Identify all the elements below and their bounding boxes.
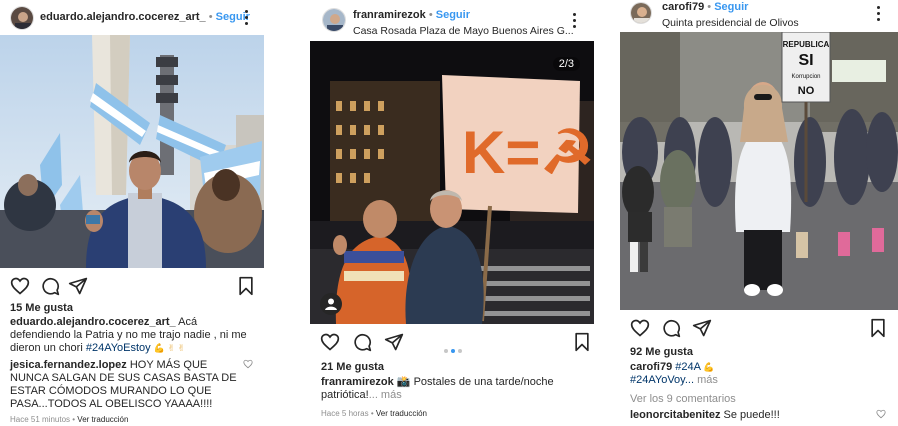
hashtag-link[interactable]: #24AYoEstoy (86, 342, 151, 354)
follow-button[interactable]: Seguir (436, 9, 470, 21)
username-row: eduardo.alejandro.cocerez_art_ • Seguir (40, 11, 250, 23)
share-icon[interactable] (692, 318, 712, 338)
follow-button[interactable]: Seguir (714, 1, 748, 13)
likes-count[interactable]: 15 Me gusta (10, 302, 73, 314)
username-link[interactable]: carofi79 (662, 1, 704, 13)
caption-username[interactable]: franramirezok (321, 376, 394, 388)
action-bar (320, 332, 590, 354)
action-bar (8, 276, 258, 298)
username-row: carofi79 • Seguir (662, 1, 748, 13)
more-options-icon[interactable] (877, 6, 881, 22)
comment: jesica.fernandez.lopez HOY MÁS QUE NUNCA… (10, 359, 238, 411)
meta-row: Hace 51 minutos • Ver traducción (10, 415, 129, 424)
comment-username[interactable]: leonorcitabenitez (630, 409, 720, 421)
username-row: franramirezok • Seguir (353, 9, 470, 21)
small-heart-icon[interactable] (876, 409, 886, 419)
carousel-dots (444, 340, 465, 358)
view-comments-link[interactable]: Ver los 9 comentarios (630, 393, 736, 406)
more-link[interactable]: ... más (369, 389, 402, 401)
location-link[interactable]: Casa Rosada Plaza de Mayo Buenos Aires G… (353, 25, 574, 37)
post-photo[interactable]: REPUBLICA SI Korrupcion NO (620, 32, 898, 310)
avatar[interactable] (10, 6, 34, 30)
caption-emoji: 💪 ✌ ✌ (153, 343, 186, 353)
bookmark-icon[interactable] (868, 318, 888, 338)
heart-icon[interactable] (10, 276, 30, 296)
comment-icon[interactable] (661, 318, 681, 338)
more-link[interactable]: más (697, 374, 718, 386)
comment-text: Se puede!!! (723, 409, 780, 421)
share-icon[interactable] (68, 276, 88, 296)
heart-icon[interactable] (630, 318, 650, 338)
tagged-user-icon[interactable] (320, 293, 342, 315)
username-link[interactable]: franramirezok (353, 9, 426, 21)
avatar[interactable] (322, 8, 346, 32)
share-icon[interactable] (384, 332, 404, 352)
translate-link[interactable]: Ver traducción (376, 409, 427, 418)
post-3: carofi79 • Seguir Quinta presidencial de… (620, 0, 898, 426)
bookmark-icon[interactable] (236, 276, 256, 296)
location-link[interactable]: Quinta presidencial de Olivos (662, 17, 799, 29)
post-header: eduardo.alejandro.cocerez_art_ • Seguir (0, 0, 264, 34)
sign-line-2: SI (798, 52, 813, 69)
small-heart-icon[interactable] (243, 359, 253, 369)
heart-icon[interactable] (320, 332, 340, 352)
action-bar (630, 318, 892, 340)
hashtag-link-2[interactable]: #24AYoVoy... (630, 374, 694, 386)
username-link[interactable]: eduardo.alejandro.cocerez_art_ (40, 11, 206, 23)
sign-line-1: REPUBLICA (783, 40, 830, 49)
sign-line-3: Korrupcion (791, 74, 820, 80)
post-1: eduardo.alejandro.cocerez_art_ • Seguir (0, 0, 264, 426)
carousel-counter: 2/3 (552, 57, 580, 71)
more-options-icon[interactable] (573, 13, 577, 29)
caption: franramirezok 📸 Postales de una tarde/no… (321, 376, 581, 402)
comment-icon[interactable] (40, 276, 60, 296)
comment: leonorcitabenitez Se puede!!! (630, 409, 870, 422)
comment-icon[interactable] (352, 332, 372, 352)
comment-username[interactable]: jesica.fernandez.lopez (10, 359, 127, 371)
caption: eduardo.alejandro.cocerez_art_ Acá defen… (10, 316, 255, 355)
likes-count[interactable]: 92 Me gusta (630, 346, 693, 358)
caption-username[interactable]: eduardo.alejandro.cocerez_art_ (10, 316, 176, 328)
hashtag-link[interactable]: #24A (675, 361, 700, 373)
sign-line-4: NO (798, 85, 815, 97)
post-photo[interactable]: K=☭ 2/3 (310, 41, 594, 324)
meta-row: Hace 5 horas • Ver traducción (321, 409, 427, 418)
post-2: franramirezok • Seguir Casa Rosada Plaza… (310, 0, 594, 426)
translate-link[interactable]: Ver traducción (77, 415, 128, 424)
separator: • (428, 9, 433, 21)
separator: • (707, 1, 712, 13)
caption-emoji: 💪 (703, 362, 715, 372)
more-options-icon[interactable] (245, 10, 249, 26)
bookmark-icon[interactable] (572, 332, 592, 352)
caption: carofi79 #24A 💪 #24AYoVoy... más (630, 361, 890, 387)
avatar[interactable] (630, 2, 652, 24)
timestamp: Hace 5 horas (321, 409, 369, 418)
timestamp: Hace 51 minutos (10, 415, 71, 424)
likes-count[interactable]: 21 Me gusta (321, 361, 384, 373)
caption-username[interactable]: carofi79 (630, 361, 672, 373)
sign-text: K=☭ (462, 119, 594, 186)
separator: • (208, 11, 213, 23)
post-photo[interactable] (0, 35, 264, 268)
